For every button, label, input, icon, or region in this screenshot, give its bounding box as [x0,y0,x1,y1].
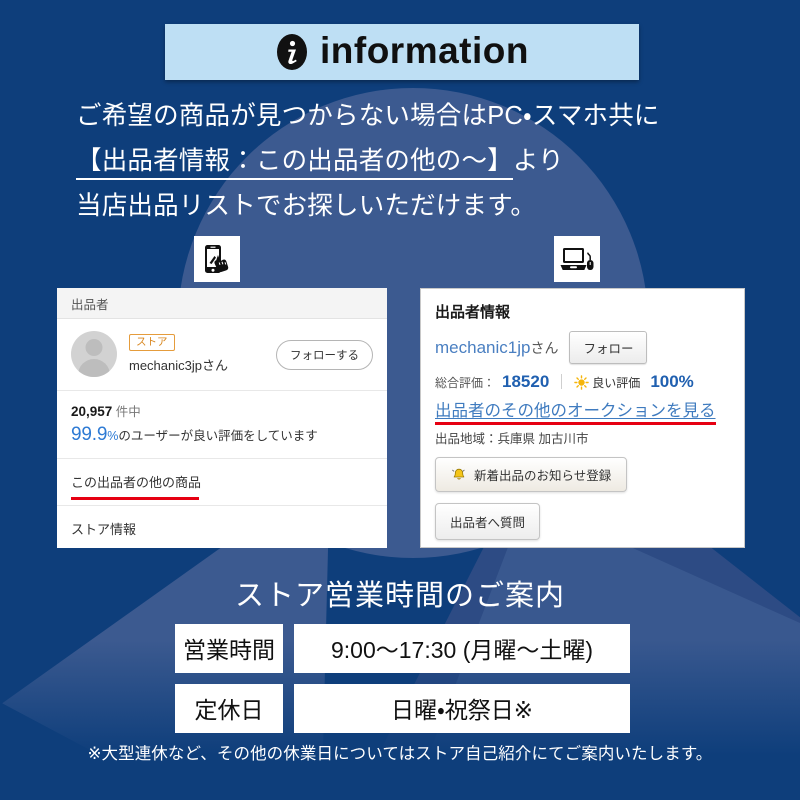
sp-seller-name: mechanic3jpさん [129,358,228,374]
hours-row-value: 日曜・祝祭日※ [294,684,630,733]
pc-question-button-wrap: 出品者へ質問 [435,503,730,540]
pc-seller-card: 出品者情報 mechanic1jpさん フォロー 総合評価： 18520 良い評… [420,288,745,548]
lead-highlight: 【出品者情報：この出品者の他の〜】 [76,147,513,180]
lead-line-3: 当店出品リストでお探しいただけます。 [76,192,537,220]
sp-rating-count: 20,957 [71,404,113,419]
pc-follow-button[interactable]: フォロー [569,331,648,364]
hours-row: 定休日 日曜・祝祭日※ [175,684,630,733]
sp-rating-count-unit: 件中 [115,405,141,419]
sp-rating-block: 20,957 件中 99.9%のユーザーが良い評価をしています [57,391,387,459]
pc-link-other-auctions-wrap: 出品者のその他のオークションを見る [435,397,716,425]
sun-icon [574,375,590,390]
pc-notify-button[interactable]: 新着出品のお知らせ登録 [435,457,628,492]
sp-seller-text: ストア mechanic3jpさん [129,333,228,375]
pc-area-label: 出品地域：兵庫県 加古川市 [435,432,589,446]
pc-good-label: 良い評価 [592,376,641,390]
footnote: ※大型連休など、その他の休業日についてはストア自己紹介にてご案内いたします。 [87,745,713,763]
hours-section-title: ストア営業時間のご案内 [234,580,565,612]
pc-notify-button-label: 新着出品のお知らせ登録 [474,469,612,483]
pc-eval-label: 総合評価： [435,376,496,390]
sp-row-store-info-label: ストア情報 [71,522,137,537]
sp-link-other-items-label: この出品者の他の商品 [71,475,202,490]
lead-paragraph: ご希望の商品が見つからない場合はPC・スマホ共に 【出品者情報：この出品者の他の… [76,94,736,229]
follow-button[interactable]: フォローする [276,339,373,370]
banner-title: information [320,30,529,71]
pc-seller-row: mechanic1jpさん フォロー [435,331,730,364]
sp-rating-text: のユーザーが良い評価をしています [118,429,318,443]
smartphone-tap-icon [194,236,240,282]
sp-link-other-items[interactable]: この出品者の他の商品 [57,459,387,506]
sp-seller-row: ストア mechanic3jpさん フォローする [57,319,387,391]
pc-eval-divider [561,374,563,389]
information-banner: information [165,24,639,80]
hours-row-label: 営業時間 [175,624,283,673]
red-highlight-underline [435,422,716,425]
sp-rating-count-line: 20,957 件中 [71,401,373,420]
hours-row: 営業時間 9:00〜17:30 (月曜〜土曜) [175,624,630,673]
pc-card-title: 出品者情報 [435,304,511,321]
lead-line-2-tail: より [512,147,564,175]
sp-row-store-info[interactable]: ストア情報 [57,506,387,552]
red-highlight-underline [71,497,199,500]
store-badge: ストア [129,333,175,352]
information-circle-icon [277,34,307,70]
pc-good-value: 100% [650,372,694,391]
pc-evaluation-row: 総合評価： 18520 良い評価 100% [435,372,730,392]
hours-table: 営業時間 9:00〜17:30 (月曜〜土曜) 定休日 日曜・祝祭日※ [175,624,630,744]
laptop-mouse-icon [554,236,600,282]
lead-line-1: ご希望の商品が見つからない場合はPC・スマホ共に [76,102,660,130]
sp-rating-percent-unit: % [107,429,119,443]
sp-rating-percent-line: 99.9%のユーザーが良い評価をしています [71,424,373,446]
sp-card-header: 出品者 [57,288,387,319]
pc-eval-value: 18520 [502,372,550,391]
bell-icon [452,468,465,480]
avatar [71,331,117,377]
hours-row-label: 定休日 [175,684,283,733]
pc-question-button[interactable]: 出品者へ質問 [435,503,541,540]
hours-row-value: 9:00〜17:30 (月曜〜土曜) [294,624,630,673]
lead-line-2: 【出品者情報：この出品者の他の〜】より [76,139,736,184]
pc-notify-button-wrap: 新着出品のお知らせ登録 [435,457,730,503]
sp-rating-percent: 99.9 [71,424,108,445]
pc-link-other-auctions[interactable]: 出品者のその他のオークションを見る [435,402,716,420]
smartphone-seller-card: 出品者 ストア mechanic3jpさん フォローする 20,957 件中 9… [57,288,387,548]
pc-seller-name[interactable]: mechanic1jpさん [435,338,558,358]
information-page: information ご希望の商品が見つからない場合はPC・スマホ共に 【出品… [0,0,800,800]
